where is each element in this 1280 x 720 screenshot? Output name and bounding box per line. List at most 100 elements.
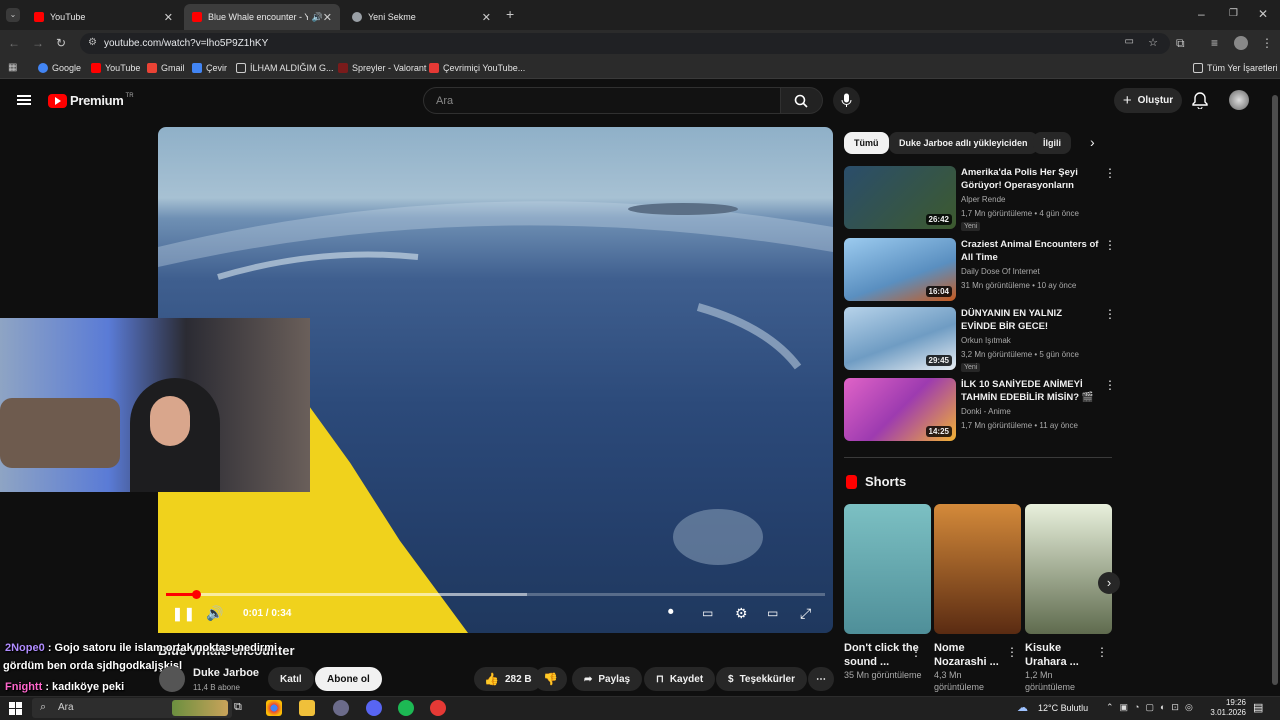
close-window-icon[interactable]: ✕ bbox=[1258, 8, 1268, 20]
kebab-menu-icon[interactable]: ⋮ bbox=[1104, 307, 1116, 321]
clock[interactable]: 19:26 3.01.2026 bbox=[1206, 698, 1246, 718]
dislike-button[interactable]: 👎 bbox=[534, 667, 567, 691]
subtitles-icon[interactable]: ▭ bbox=[702, 606, 713, 620]
thanks-button[interactable]: $ Teşekkürler bbox=[716, 667, 807, 691]
kebab-menu-icon[interactable]: ⋮ bbox=[1104, 166, 1116, 180]
search-button[interactable] bbox=[781, 87, 823, 114]
task-view-icon[interactable]: ⧉ bbox=[234, 701, 242, 714]
chevron-right-icon[interactable]: › bbox=[1090, 134, 1095, 150]
system-tray-icons[interactable]: ⌃▣◔▢◐⊡◎ bbox=[1106, 702, 1199, 713]
speaker-icon[interactable]: 🔊 bbox=[312, 12, 323, 23]
back-icon[interactable]: ← bbox=[8, 37, 20, 49]
extensions-icon[interactable]: ⧉ bbox=[1176, 37, 1185, 49]
short-title[interactable]: Nome Nozarashi ... bbox=[934, 641, 1000, 669]
settings-gear-icon[interactable]: ⚙ bbox=[735, 605, 748, 622]
save-button[interactable]: ⊓ Kaydet bbox=[644, 667, 716, 691]
short-thumbnail[interactable] bbox=[934, 504, 1021, 634]
kebab-menu-icon[interactable]: ⋮ bbox=[1104, 378, 1116, 392]
bookmark-gmail[interactable]: Gmail bbox=[147, 61, 185, 75]
create-button[interactable]: + Oluştur bbox=[1114, 88, 1182, 113]
close-tab-icon[interactable]: ✕ bbox=[164, 11, 173, 24]
subscribe-button[interactable]: Abone ol bbox=[315, 667, 382, 691]
filter-chip-all[interactable]: Tümü bbox=[844, 132, 889, 154]
close-tab-icon[interactable]: ✕ bbox=[323, 11, 332, 24]
windows-start-icon[interactable] bbox=[9, 702, 22, 715]
hamburger-menu-icon[interactable] bbox=[17, 93, 31, 107]
tab-search-icon[interactable]: ⌄ bbox=[6, 8, 20, 22]
kebab-menu-icon[interactable]: ⋮ bbox=[1096, 645, 1108, 659]
scrollbar-thumb[interactable] bbox=[1272, 95, 1278, 685]
short-item[interactable]: Kisuke Urahara ... 1,2 Mn görüntüleme bbox=[1025, 641, 1091, 693]
new-tab-icon[interactable]: + bbox=[506, 7, 514, 21]
taskbar-search[interactable]: ⌕ Ara bbox=[32, 698, 232, 718]
video-thumbnail[interactable]: 29:45 bbox=[844, 307, 956, 370]
profile-avatar[interactable] bbox=[1234, 36, 1248, 50]
search-input[interactable]: Ara bbox=[423, 87, 781, 114]
recommendation-item[interactable]: 26:42 Amerika'da Polis Her Şeyi Görüyor!… bbox=[844, 166, 1116, 231]
app-icon[interactable] bbox=[333, 700, 349, 716]
video-thumbnail[interactable]: 26:42 bbox=[844, 166, 956, 229]
bookmark-folder-ilham[interactable]: İLHAM ALDIĞIM G... bbox=[236, 61, 334, 75]
bookmark-spreyler[interactable]: Spreyler - Valorant bbox=[338, 61, 426, 75]
recommendation-title[interactable]: Amerika'da Polis Her Şeyi Görüyor! Opera… bbox=[961, 166, 1099, 192]
bookmark-youtube[interactable]: YouTube bbox=[91, 61, 140, 75]
join-button[interactable]: Katıl bbox=[268, 667, 314, 691]
channel-avatar[interactable] bbox=[159, 666, 185, 692]
more-actions-button[interactable]: ⋯ bbox=[808, 667, 834, 691]
bookmark-google[interactable]: Google bbox=[38, 61, 81, 75]
tab-blue-whale[interactable]: Blue Whale encounter - You 🔊 ✕ bbox=[184, 4, 340, 30]
notifications-bell-icon[interactable] bbox=[1192, 92, 1208, 109]
scrubber-handle[interactable] bbox=[192, 590, 201, 599]
short-thumbnail[interactable] bbox=[1025, 504, 1112, 634]
filter-chip-uploader[interactable]: Duke Jarboe adlı yükleyiciden bbox=[889, 132, 1038, 154]
video-thumbnail[interactable]: 14:25 bbox=[844, 378, 956, 441]
kebab-menu-icon[interactable]: ⋮ bbox=[1104, 238, 1116, 252]
short-thumbnail[interactable] bbox=[844, 504, 931, 634]
bookmark-cevrimici[interactable]: Çevrimiçi YouTube... bbox=[429, 61, 525, 75]
spotify-icon[interactable] bbox=[398, 700, 414, 716]
channel-name[interactable]: Duke Jarboe bbox=[193, 667, 259, 679]
notification-center-icon[interactable]: ▤ bbox=[1253, 701, 1263, 714]
fullscreen-icon[interactable]: ⤢ bbox=[800, 605, 811, 622]
youtube-premium-logo[interactable]: Premium TR bbox=[48, 93, 134, 108]
share-button[interactable]: ➦ Paylaş bbox=[572, 667, 643, 691]
pause-icon[interactable]: ❚❚ bbox=[172, 606, 196, 622]
recommendation-item[interactable]: 29:45 DÜNYANIN EN YALNIZ EVİNDE BİR GECE… bbox=[844, 307, 1116, 372]
voice-search-button[interactable] bbox=[833, 87, 860, 114]
tab-new-tab[interactable]: Yeni Sekme ✕ bbox=[344, 4, 499, 30]
theater-mode-icon[interactable]: ▭ bbox=[767, 606, 778, 620]
chrome-taskbar-icon[interactable] bbox=[266, 700, 282, 716]
recommendation-channel[interactable]: Orkun Işıtmak bbox=[961, 336, 1011, 345]
recommendation-channel[interactable]: Alper Rende bbox=[961, 195, 1005, 204]
weather-text[interactable]: 12°C Bulutlu bbox=[1038, 703, 1088, 713]
autoplay-toggle[interactable]: ⏺ bbox=[668, 606, 674, 619]
reload-icon[interactable]: ↻ bbox=[56, 37, 66, 49]
kebab-menu-icon[interactable]: ⋮ bbox=[910, 645, 922, 659]
tab-youtube[interactable]: YouTube ✕ bbox=[26, 4, 181, 30]
bookmark-translate[interactable]: Çevir bbox=[192, 61, 227, 75]
short-title[interactable]: Kisuke Urahara ... bbox=[1025, 641, 1091, 669]
media-icon[interactable]: ≡ bbox=[1211, 37, 1218, 49]
forward-icon[interactable]: → bbox=[32, 37, 44, 49]
minimize-icon[interactable]: – bbox=[1198, 8, 1205, 20]
close-tab-icon[interactable]: ✕ bbox=[482, 11, 491, 24]
file-explorer-icon[interactable] bbox=[299, 700, 315, 716]
account-avatar[interactable] bbox=[1229, 90, 1249, 110]
filter-chip-related[interactable]: İlgili bbox=[1033, 132, 1071, 154]
bookmark-all[interactable]: Tüm Yer İşaretleri bbox=[1193, 61, 1278, 75]
address-bar[interactable]: ⚙ youtube.com/watch?v=lho5P9Z1hKY ☆ ▭ bbox=[80, 33, 1170, 54]
video-thumbnail[interactable]: 16:04 bbox=[844, 238, 956, 301]
discord-icon[interactable] bbox=[366, 700, 382, 716]
obs-icon[interactable] bbox=[430, 700, 446, 716]
recommendation-item[interactable]: 16:04 Craziest Animal Encounters of All … bbox=[844, 238, 1116, 302]
cast-icon[interactable]: ▭ bbox=[1125, 36, 1134, 47]
restore-icon[interactable]: ❐ bbox=[1229, 8, 1238, 20]
kebab-menu-icon[interactable]: ⋮ bbox=[1006, 645, 1018, 659]
bookmark-star-icon[interactable]: ☆ bbox=[1148, 36, 1158, 49]
recommendation-title[interactable]: İLK 10 SANİYEDE ANİMEYİ TAHMİN EDEBİLİR … bbox=[961, 378, 1099, 404]
menu-icon[interactable]: ⋮ bbox=[1261, 37, 1273, 49]
recommendation-channel[interactable]: Donki - Anime bbox=[961, 407, 1011, 416]
recommendation-item[interactable]: 14:25 İLK 10 SANİYEDE ANİMEYİ TAHMİN EDE… bbox=[844, 378, 1116, 442]
shorts-next-button[interactable]: › bbox=[1098, 572, 1120, 594]
site-info-icon[interactable]: ⚙ bbox=[88, 37, 97, 48]
